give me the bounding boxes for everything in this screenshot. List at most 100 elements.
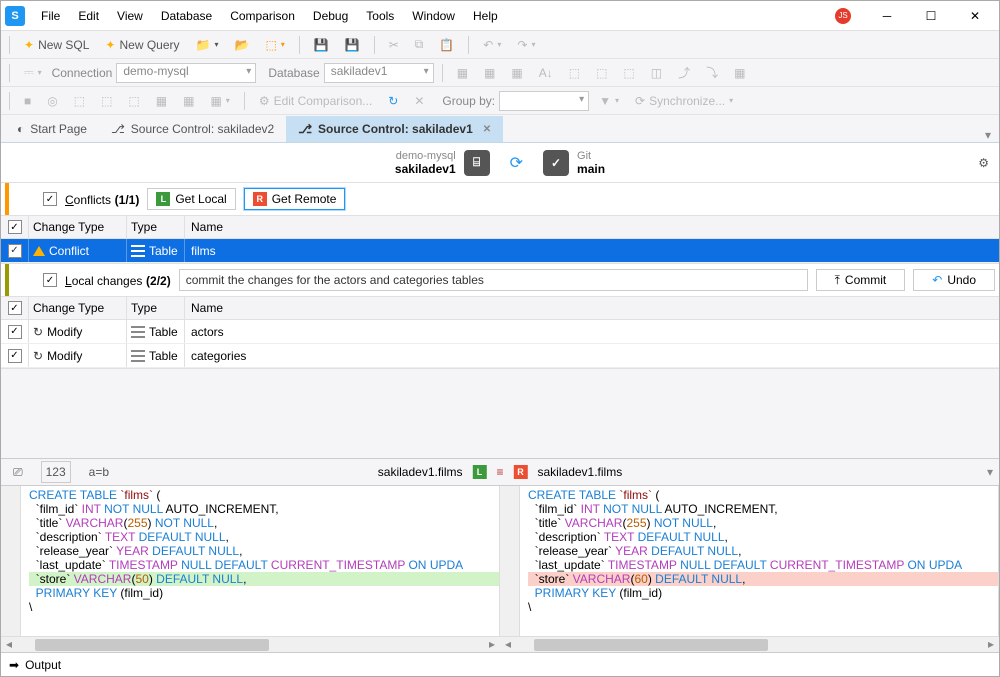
save-button: 💾 [308, 34, 335, 56]
database-dropdown[interactable]: sakiladev1 [324, 63, 434, 83]
menu-tools[interactable]: Tools [358, 5, 402, 27]
tab-start-page[interactable]: ◐Start Page [5, 116, 99, 142]
commit-message-input[interactable] [179, 269, 808, 291]
groupby-dropdown[interactable] [499, 91, 589, 111]
tab-close-icon[interactable]: ✕ [483, 124, 491, 135]
diff-ab-button[interactable]: a=b [83, 461, 115, 483]
tab-sc-sakiladev2[interactable]: ⎇Source Control: sakiladev2 [99, 116, 286, 142]
menu-comparison[interactable]: Comparison [222, 5, 303, 27]
local-header-checkbox[interactable]: ✓ [8, 301, 22, 315]
scrollbar-right[interactable]: ◂▸ [500, 636, 999, 652]
table-icon [131, 245, 145, 257]
column-change-type[interactable]: Change Type [29, 216, 127, 238]
sc-db-name: sakiladev1 [395, 162, 456, 176]
local-stripe [5, 264, 9, 296]
target-button: ◎ [41, 90, 63, 112]
diff-123-button[interactable]: 123 [41, 461, 71, 483]
user-badge-icon[interactable]: JS [835, 8, 851, 24]
get-remote-button[interactable]: RGet Remote [244, 188, 346, 210]
menu-debug[interactable]: Debug [305, 5, 356, 27]
commit-button[interactable]: ⤒Commit [816, 269, 906, 291]
new-query-button[interactable]: ✦New Query [99, 34, 185, 56]
table-icon [131, 326, 145, 338]
menu-database[interactable]: Database [153, 5, 220, 27]
menu-view[interactable]: View [109, 5, 151, 27]
tb2-btn3: ▦ [505, 62, 528, 84]
titlebar: S File Edit View Database Comparison Deb… [1, 1, 999, 31]
cut-button: ✂ [383, 34, 405, 56]
row-checkbox[interactable]: ✓ [8, 244, 22, 258]
diff-right-name: sakiladev1.films [538, 465, 623, 479]
menu-file[interactable]: File [33, 5, 68, 27]
menubar: File Edit View Database Comparison Debug… [33, 5, 506, 27]
tb3-b1: ⬚ [68, 90, 91, 112]
conflicts-checkbox[interactable]: ✓ [43, 192, 57, 206]
tb3-b2: ⬚ [95, 90, 118, 112]
save-all-button[interactable]: 💾 [339, 34, 366, 56]
document-tabbar: ◐Start Page ⎇Source Control: sakiladev2 … [1, 115, 999, 143]
groupby-label: Group by: [442, 94, 495, 108]
paste-button: 📋 [433, 34, 460, 56]
local-checkbox[interactable]: ✓ [43, 273, 57, 287]
diff-list-icon[interactable]: ≡ [496, 465, 503, 479]
tb2-btn5: ⬚ [563, 62, 586, 84]
menu-help[interactable]: Help [465, 5, 506, 27]
column-change-type[interactable]: Change Type [29, 297, 127, 319]
scrollbar-left[interactable]: ◂▸ [1, 636, 500, 652]
maximize-button[interactable]: ☐ [911, 2, 951, 30]
conflicts-title: onflicts [74, 193, 111, 207]
column-name[interactable]: Name [185, 297, 999, 319]
diff-pane-container: CREATE TABLE `films` ( `film_id` INT NOT… [1, 486, 999, 636]
local-badge-icon: L [472, 465, 486, 479]
tb2-btn2: ▦ [478, 62, 501, 84]
refresh-button[interactable]: ↻ [382, 90, 404, 112]
output-panel-button[interactable]: ➡ Output [1, 652, 999, 676]
sync-icon[interactable]: ⟳ [510, 153, 523, 173]
table-icon [131, 350, 145, 362]
column-name[interactable]: Name [185, 216, 999, 238]
conflicts-header-checkbox[interactable]: ✓ [8, 220, 22, 234]
tb3-b4: ▦ [150, 90, 173, 112]
connection-dropdown[interactable]: demo-mysql [116, 63, 256, 83]
row-checkbox[interactable]: ✓ [8, 325, 22, 339]
tb3-b6: ▦▾ [204, 90, 235, 112]
diff-dropdown[interactable]: ▾ [987, 465, 993, 479]
diff-pane-left[interactable]: CREATE TABLE `films` ( `film_id` INT NOT… [1, 486, 500, 636]
toolbar-main: ✦New SQL ✦New Query 📁▾ 📂 ⬚▾ 💾 💾 ✂ ⧉ 📋 ↶▾… [1, 31, 999, 59]
diff-mode-button[interactable]: ⎚ [7, 461, 29, 483]
conflicts-count: (1/1) [115, 193, 140, 207]
get-local-button[interactable]: LGet Local [147, 188, 235, 210]
open-button[interactable]: 📁▾ [190, 34, 225, 56]
tb2-btn4: A↓ [533, 62, 559, 84]
tb3-b5: ▦ [177, 90, 200, 112]
filter-button: ▼▾ [593, 90, 625, 112]
folder-button[interactable]: 📂 [228, 34, 255, 56]
local-row[interactable]: ✓ ↻Modify Table actors [1, 320, 999, 344]
diff-pane-right[interactable]: CREATE TABLE `films` ( `film_id` INT NOT… [500, 486, 999, 636]
menu-edit[interactable]: Edit [70, 5, 107, 27]
gear-icon[interactable]: ⚙ [978, 156, 989, 170]
new-sql-button[interactable]: ✦New SQL [18, 34, 95, 56]
minimize-button[interactable]: ─ [867, 2, 907, 30]
tb2-btn10: ⤵ [700, 62, 724, 84]
local-title: ocal changes [72, 274, 143, 288]
undo-commit-button[interactable]: ↶Undo [913, 269, 995, 291]
column-type[interactable]: Type [127, 216, 185, 238]
git-check-icon: ✓ [543, 150, 569, 176]
add-button[interactable]: ⬚▾ [259, 34, 290, 56]
connection-label: Connection [52, 66, 113, 80]
column-type[interactable]: Type [127, 297, 185, 319]
tab-sc-sakiladev1[interactable]: ⎇Source Control: sakiladev1✕ [286, 116, 503, 142]
tb3-b3: ⬚ [122, 90, 145, 112]
row-checkbox[interactable]: ✓ [8, 349, 22, 363]
tb2-btn9: ⤴ [672, 62, 696, 84]
tb2-btn8: ◫ [645, 62, 668, 84]
close-button[interactable]: ✕ [955, 2, 995, 30]
conflict-row[interactable]: ✓ Conflict Table films [1, 239, 999, 263]
code-right: CREATE TABLE `films` ( `film_id` INT NOT… [500, 486, 998, 616]
redo-button: ↷▾ [511, 34, 541, 56]
tabs-dropdown[interactable]: ▾ [977, 128, 999, 142]
menu-window[interactable]: Window [404, 5, 463, 27]
diff-left-name: sakiladev1.films [378, 465, 463, 479]
local-row[interactable]: ✓ ↻Modify Table categories [1, 344, 999, 368]
